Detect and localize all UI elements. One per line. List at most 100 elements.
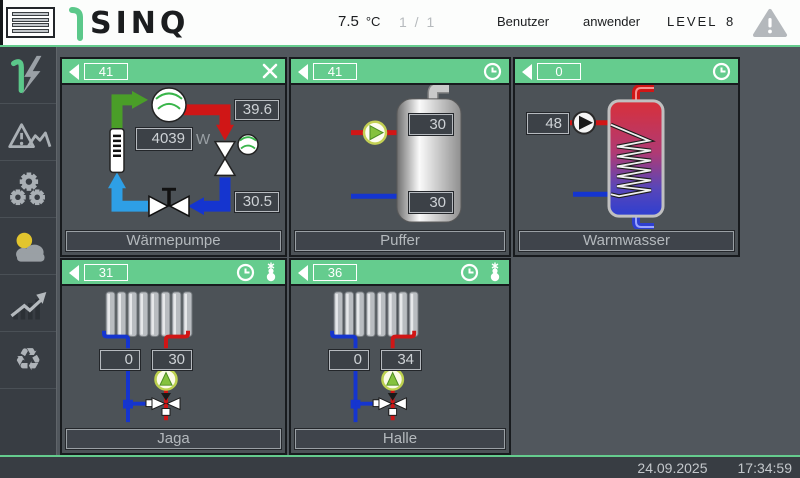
pipe-liquid xyxy=(202,177,225,206)
status-date: 24.09.2025 xyxy=(637,460,707,476)
shutoff-valve xyxy=(149,188,189,216)
schedule-clock-icon[interactable] xyxy=(236,263,255,282)
level-label: LEVEL xyxy=(667,14,717,29)
alarm-triangle-icon xyxy=(4,110,52,154)
sidebar-nav: ♻ xyxy=(0,47,57,457)
energy-icon xyxy=(5,52,51,98)
menu-button[interactable] xyxy=(6,7,55,38)
menu-bar xyxy=(12,23,49,27)
hot-outlet-pipe xyxy=(636,88,654,101)
gears-icon xyxy=(4,167,52,211)
panel-header-value: 0 xyxy=(537,63,581,80)
pump xyxy=(156,369,177,389)
panel-warmwasser: 0 xyxy=(513,57,740,257)
sidebar-item-trends[interactable] xyxy=(0,275,56,332)
panel-label-waermepumpe[interactable]: Wärmepumpe xyxy=(66,231,281,251)
panel-halle-header: 36 xyxy=(291,260,509,286)
panel-waermepumpe: 41 xyxy=(60,57,287,257)
back-arrow-icon[interactable] xyxy=(296,63,309,81)
status-bar: 24.09.2025 17:34:59 xyxy=(0,455,800,478)
panel-header-value: 36 xyxy=(313,264,357,281)
panel-halle: 36 xyxy=(289,258,511,455)
circuit-return-temp: 0 xyxy=(100,350,140,370)
menu-bar xyxy=(12,12,49,16)
sidebar-item-weather[interactable] xyxy=(0,218,56,275)
sidebar-item-energy[interactable] xyxy=(0,47,56,104)
back-arrow-icon[interactable] xyxy=(67,63,80,81)
panel-puffer-header: 41 xyxy=(291,59,509,85)
level-value: 8 xyxy=(726,14,733,29)
logo-mark-icon xyxy=(64,5,90,41)
circuit-return-temp: 0 xyxy=(329,350,369,370)
radiator-circuit-diagram: 0 34 xyxy=(291,286,509,427)
flow-temp-value: 39.6 xyxy=(235,100,279,120)
close-icon[interactable] xyxy=(262,63,278,79)
radiator-circuit-diagram: 0 30 xyxy=(62,286,285,427)
radiator xyxy=(106,292,192,337)
pipe-condenser xyxy=(184,110,225,127)
buffer-tank-graphic xyxy=(291,85,509,229)
logo-text: SINQ xyxy=(90,6,189,41)
panel-warmwasser-header: 0 xyxy=(515,59,738,85)
menu-bar xyxy=(12,18,49,22)
status-time: 17:34:59 xyxy=(738,460,793,476)
hmi-screen: SINQ 7.5°C 1 / 1 Benutzer anwender LEVEL… xyxy=(0,0,800,478)
pipe-evaporator xyxy=(117,186,148,206)
schedule-clock-icon[interactable] xyxy=(712,62,731,81)
panel-jaga: 31 xyxy=(60,258,287,455)
window-edge xyxy=(0,0,3,45)
hot-water-tank-diagram: 48 xyxy=(515,85,738,229)
hot-water-temp: 48 xyxy=(527,113,569,134)
brand-logo: SINQ xyxy=(64,5,189,41)
panel-label-warmwasser[interactable]: Warmwasser xyxy=(519,231,734,251)
tank-top-temp: 30 xyxy=(409,114,453,135)
panel-header-value: 31 xyxy=(84,264,128,281)
radiator xyxy=(334,292,418,337)
panel-label-halle[interactable]: Halle xyxy=(295,429,505,449)
top-bar: SINQ 7.5°C 1 / 1 Benutzer anwender LEVEL… xyxy=(0,0,800,47)
buffer-tank-diagram: 30 30 xyxy=(291,85,509,229)
sidebar-item-recycle[interactable]: ♻ xyxy=(0,332,56,389)
panel-puffer: 41 xyxy=(289,57,511,257)
schedule-clock-icon[interactable] xyxy=(483,62,502,81)
return-temp-value: 30.5 xyxy=(235,192,279,212)
back-arrow-icon[interactable] xyxy=(296,264,309,282)
sidebar-item-alarms[interactable] xyxy=(0,104,56,161)
power-value: 4039 xyxy=(136,128,192,150)
pump xyxy=(364,122,386,144)
back-arrow-icon[interactable] xyxy=(67,264,80,282)
power-unit: W xyxy=(196,131,210,148)
hot-water-tank-graphic xyxy=(515,85,738,229)
sidebar-item-settings[interactable] xyxy=(0,161,56,218)
alarm-warning-icon[interactable] xyxy=(752,8,788,38)
circuit-flow-temp: 34 xyxy=(381,350,421,370)
user-value[interactable]: anwender xyxy=(583,14,640,29)
panel-jaga-header: 31 xyxy=(62,260,285,286)
trend-chart-icon xyxy=(4,281,52,325)
user-label: Benutzer xyxy=(497,14,549,29)
panel-header-value: 41 xyxy=(84,63,128,80)
mixing-valve xyxy=(146,393,180,415)
pump xyxy=(573,112,595,134)
compressor xyxy=(152,88,186,122)
circuit-flow-temp: 30 xyxy=(152,350,192,370)
frost-protection-icon[interactable] xyxy=(264,262,278,282)
outdoor-temperature: 7.5°C xyxy=(338,13,380,30)
schedule-clock-icon[interactable] xyxy=(460,263,479,282)
panel-label-puffer[interactable]: Puffer xyxy=(295,231,505,251)
heat-pump-diagram: 39.6 4039 W 30.5 xyxy=(62,85,285,229)
expansion-valve xyxy=(215,142,235,176)
weather-icon xyxy=(4,224,52,268)
frost-protection-icon[interactable] xyxy=(488,262,502,282)
sight-glass xyxy=(238,135,258,155)
mixing-valve xyxy=(373,393,406,415)
evaporator xyxy=(110,129,124,173)
page-indicator: 1 / 1 xyxy=(399,14,436,30)
panel-label-jaga[interactable]: Jaga xyxy=(66,429,281,449)
panel-waermepumpe-header: 41 xyxy=(62,59,285,85)
recycle-icon: ♻ xyxy=(14,345,42,376)
panel-header-value: 41 xyxy=(313,63,357,80)
back-arrow-icon[interactable] xyxy=(520,63,533,81)
pump xyxy=(382,369,403,389)
menu-bar xyxy=(12,29,49,33)
